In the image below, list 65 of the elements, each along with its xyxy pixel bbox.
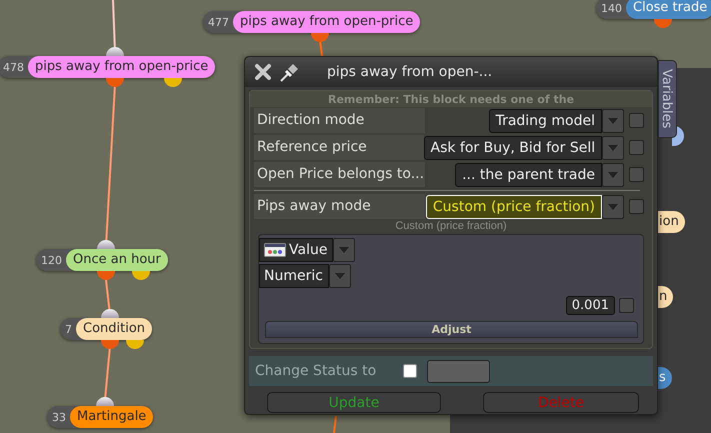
caret-icon (608, 144, 618, 150)
node-number: 140 (600, 2, 623, 14)
node-number: 7 (64, 322, 73, 336)
node-label: ion (658, 211, 685, 233)
node-number: 33 (51, 410, 67, 424)
type-dropdown[interactable]: Numeric (259, 264, 329, 288)
input-port[interactable] (101, 309, 119, 318)
pin-icon[interactable] (279, 61, 301, 83)
flow-node[interactable]: 477 pips away from open-price (203, 11, 420, 33)
node-label: pips away from open-price (233, 11, 420, 33)
node-label: Condition (76, 318, 152, 340)
checkbox[interactable] (619, 298, 634, 313)
notice-text: Remember: This block needs one of the (250, 91, 652, 107)
flow-node[interactable]: 140 Close trade (596, 0, 711, 19)
dropdown-button[interactable] (602, 108, 624, 132)
caret-icon (608, 204, 618, 210)
node-label: Close trade (626, 0, 711, 19)
caret-icon (339, 247, 350, 253)
flow-node[interactable]: 33 Martingale (47, 406, 154, 428)
connector-line (318, 40, 324, 56)
connector-line (332, 416, 338, 433)
dropdown-button[interactable] (602, 136, 624, 160)
flow-node[interactable]: 478 pips away from open-price (0, 56, 216, 78)
node-label: Martingale (70, 406, 154, 428)
adjust-button[interactable]: Adjust (265, 321, 638, 338)
input-port[interactable] (106, 47, 124, 56)
dropdown-button[interactable] (333, 238, 356, 262)
checkbox[interactable] (403, 364, 417, 378)
source-dropdown[interactable]: Value (259, 238, 334, 262)
caret-icon (608, 172, 618, 178)
mode-caption: Custom (price fraction) (394, 220, 508, 232)
dropdown-button[interactable] (328, 264, 351, 288)
node-label: Once an hour (66, 249, 168, 271)
dropdown-button[interactable] (602, 162, 624, 186)
checkbox[interactable] (629, 140, 644, 155)
dropdown-field[interactable]: ... the parent trade (455, 162, 602, 186)
close-icon[interactable] (253, 62, 273, 82)
status-field[interactable] (427, 360, 490, 382)
caret-icon (334, 273, 345, 279)
checkbox[interactable] (629, 199, 644, 214)
input-port[interactable] (97, 240, 115, 249)
flow-node[interactable]: 7 Condition (60, 318, 152, 340)
node-number: 120 (40, 254, 63, 266)
flow-node[interactable]: 120 Once an hour (36, 249, 168, 271)
status-label: Change Status to (255, 363, 378, 379)
node-label: pips away from open-price (28, 56, 216, 78)
checkbox[interactable] (629, 113, 644, 128)
window-title: pips away from open-... (327, 64, 492, 80)
dropdown-field[interactable]: Custom (price fraction) (426, 194, 602, 218)
connector-line (103, 346, 112, 400)
field-label: Direction mode (254, 108, 425, 133)
field-label: Open Price belongs to... (254, 162, 425, 187)
dropdown-field[interactable]: Ask for Buy, Bid for Sell (424, 136, 602, 160)
node-number: 477 (207, 16, 230, 28)
checkbox[interactable] (629, 167, 644, 182)
variables-tab[interactable]: Variables (658, 60, 677, 138)
value-field[interactable]: 0.001 (566, 296, 615, 315)
value-icon (264, 243, 286, 257)
field-label: Pips away mode (254, 194, 425, 219)
input-port[interactable] (96, 397, 114, 406)
node-number: 478 (2, 60, 25, 74)
field-label: Reference price (254, 135, 424, 160)
caret-icon (608, 118, 618, 124)
dropdown-field[interactable]: Trading model (488, 108, 602, 132)
dropdown-button[interactable] (602, 194, 624, 218)
